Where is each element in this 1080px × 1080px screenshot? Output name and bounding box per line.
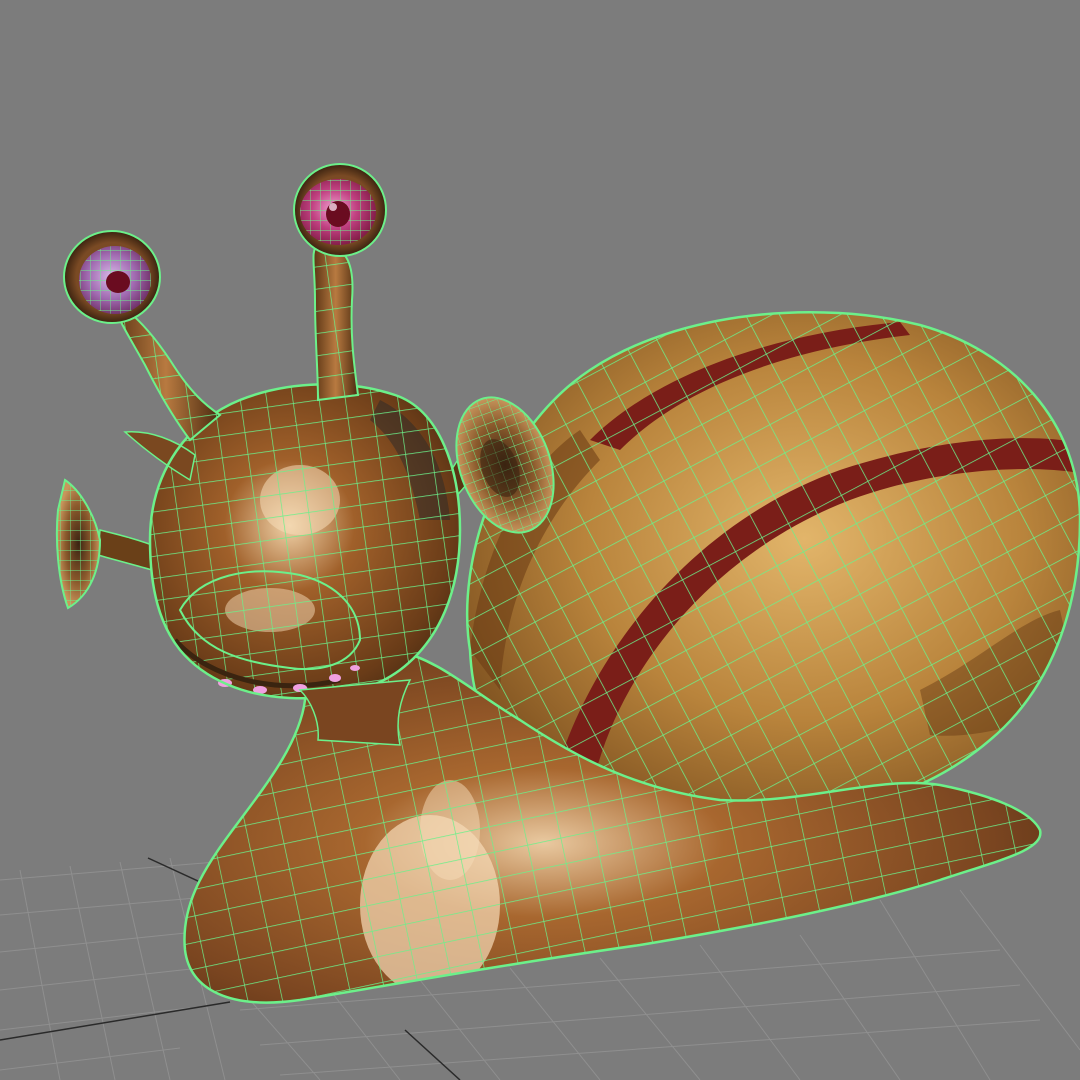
right-eye[interactable]: [293, 163, 387, 257]
left-ear-horn[interactable]: [55, 478, 161, 610]
viewport-canvas[interactable]: [0, 0, 1080, 1080]
3d-viewport[interactable]: [0, 0, 1080, 1080]
left-eye[interactable]: [63, 230, 161, 324]
left-pupil: [106, 271, 130, 293]
